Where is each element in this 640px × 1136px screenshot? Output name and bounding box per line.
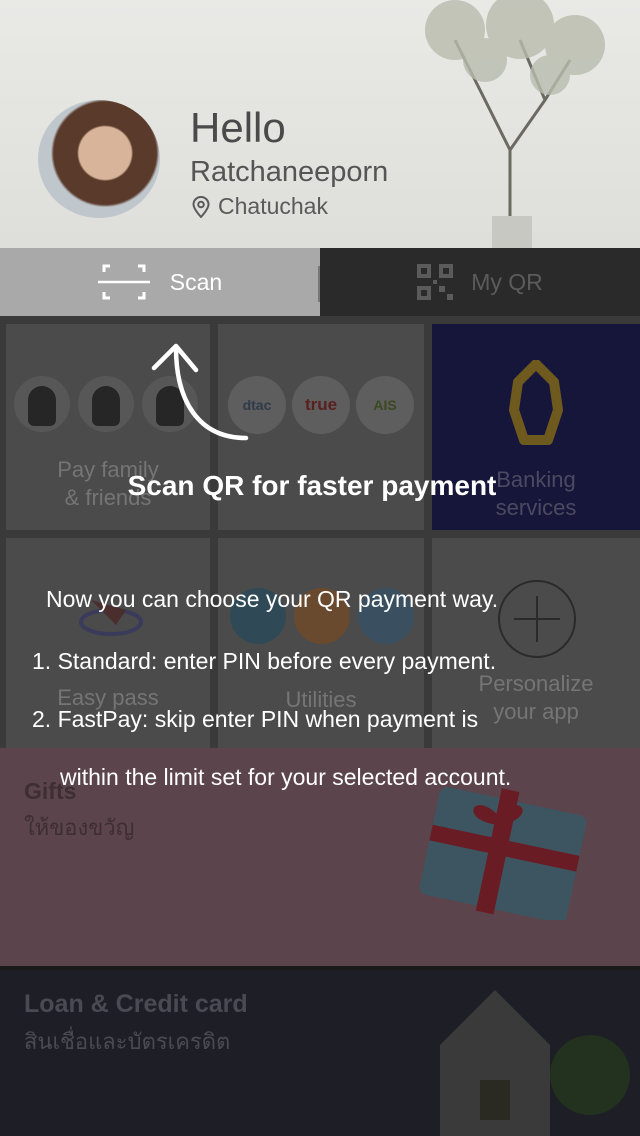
app-screen: Hello Ratchaneeporn Chatuchak Scan My QR… [0,0,640,1136]
true-logo-icon: true [292,376,350,434]
profile-header: Hello Ratchaneeporn Chatuchak [0,0,640,248]
tab-my-qr-label: My QR [471,268,543,295]
loan-subtitle: สินเชื่อและบัตรเครดิต [24,1029,231,1054]
house-icon [440,990,630,1136]
coach-line: within the limit set for your selected a… [60,764,512,790]
qr-code-icon [417,264,454,300]
service-grid: Pay family & friends dtac true AIS Banki… [0,316,640,748]
curved-arrow-icon [151,343,249,441]
plus-icon [498,580,576,658]
greeting-text: Hello [190,104,286,151]
gift-icon [419,787,587,920]
family-icon [14,376,70,432]
bank-icon [509,360,563,445]
ais-logo-icon: AIS [356,376,414,434]
loan-title: Loan & Credit card [24,990,248,1018]
coach-line: Now you can choose your QR payment way. [46,586,499,612]
family-icon [78,376,134,432]
scan-frame-icon [97,264,150,300]
user-name: Ratchaneeporn [190,156,389,188]
gifts-subtitle: ให้ของขวัญ [24,815,135,840]
scan-tab-bar: Scan My QR [0,248,640,316]
tab-scan[interactable]: Scan [0,248,320,316]
tab-scan-label: Scan [169,268,223,295]
location-text: Chatuchak [218,193,328,219]
coach-line: 2. FastPay: skip enter PIN when payment … [32,706,479,732]
avatar[interactable] [38,100,160,218]
coach-title: Scan QR for faster payment [127,470,497,501]
tab-my-qr[interactable]: My QR [320,248,640,316]
coach-line: 1. Standard: enter PIN before every paym… [32,648,497,674]
tree-decoration [425,0,605,248]
map-pin-icon [192,195,210,218]
location-row: Chatuchak [192,193,328,220]
